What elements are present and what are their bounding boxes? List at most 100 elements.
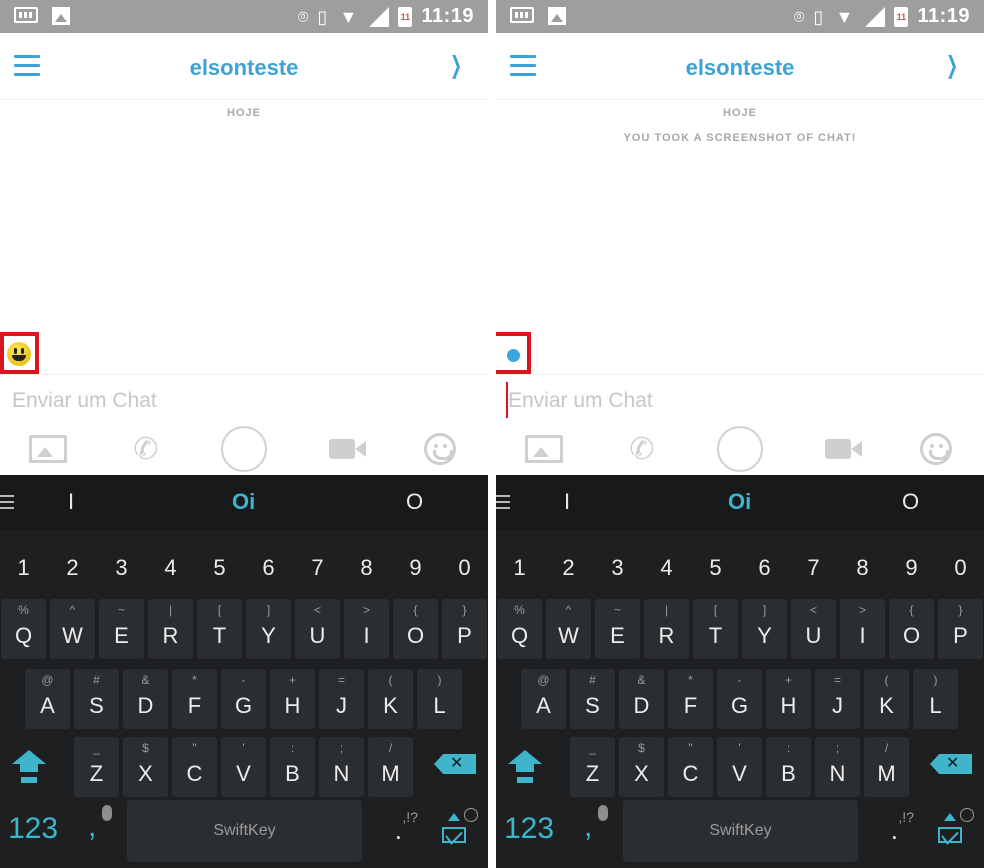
key-k[interactable]: (K <box>864 669 909 729</box>
key-s[interactable]: # S <box>74 669 119 729</box>
microphone-icon[interactable] <box>102 805 112 821</box>
key-k[interactable]: (K <box>368 669 413 729</box>
key-1[interactable]: 1 <box>1 535 46 595</box>
key-0[interactable]: 0 <box>938 535 983 595</box>
key-2[interactable]: 2 <box>50 535 95 595</box>
keyboard-menu-icon[interactable] <box>0 495 14 509</box>
key-u[interactable]: < U <box>791 599 836 659</box>
capture-button[interactable] <box>716 424 764 474</box>
key-3[interactable]: 3 <box>99 535 144 595</box>
key-q[interactable]: % Q <box>1 599 46 659</box>
emoji-icon[interactable] <box>422 424 458 474</box>
key-m[interactable]: / M <box>864 737 909 797</box>
suggestion-1[interactable]: I <box>68 489 74 515</box>
shift-key[interactable] <box>10 750 50 784</box>
key-6[interactable]: 6 <box>246 535 291 595</box>
video-icon[interactable] <box>818 424 862 474</box>
key-g[interactable]: -G <box>221 669 266 729</box>
backspace-key[interactable]: ✕ <box>930 754 972 774</box>
key-i[interactable]: > I <box>840 599 885 659</box>
key-x[interactable]: $ X <box>619 737 664 797</box>
key-w[interactable]: ^ W <box>546 599 591 659</box>
suggestion-2[interactable]: Oi <box>232 489 255 515</box>
key-j[interactable]: = J <box>815 669 860 729</box>
space-bar[interactable]: SwiftKey <box>623 800 858 862</box>
key-2[interactable]: 2 <box>546 535 591 595</box>
suggestion-1[interactable]: I <box>564 489 570 515</box>
key-y[interactable]: ] Y <box>742 599 787 659</box>
key-x[interactable]: $ X <box>123 737 168 797</box>
key-9[interactable]: 9 <box>393 535 438 595</box>
key-9[interactable]: 9 <box>889 535 934 595</box>
key-u[interactable]: < U <box>295 599 340 659</box>
key-6[interactable]: 6 <box>742 535 787 595</box>
send-key[interactable] <box>442 827 466 843</box>
key-d[interactable]: & D <box>123 669 168 729</box>
emoji-icon[interactable] <box>918 424 954 474</box>
keyboard-menu-icon[interactable] <box>496 495 510 509</box>
key-5[interactable]: 5 <box>197 535 242 595</box>
microphone-icon[interactable] <box>598 805 608 821</box>
key-y[interactable]: ] Y <box>246 599 291 659</box>
key-i[interactable]: > I <box>344 599 389 659</box>
key-b[interactable]: :B <box>270 737 315 797</box>
key-l[interactable]: ) L <box>417 669 462 729</box>
key-s[interactable]: # S <box>570 669 615 729</box>
key-h[interactable]: + H <box>270 669 315 729</box>
key-o[interactable]: {O <box>889 599 934 659</box>
chat-input[interactable] <box>508 386 968 416</box>
send-key[interactable] <box>938 827 962 843</box>
period-key[interactable]: . <box>891 815 898 846</box>
phone-icon[interactable]: ✆ <box>126 424 166 474</box>
key-4[interactable]: 4 <box>148 535 193 595</box>
photo-icon[interactable] <box>28 424 68 474</box>
numbers-switch-key[interactable]: 123 <box>8 812 58 846</box>
key-c[interactable]: " C <box>172 737 217 797</box>
comma-key[interactable]: , <box>584 810 592 844</box>
chat-input[interactable] <box>12 386 472 416</box>
key-0[interactable]: 0 <box>442 535 487 595</box>
key-t[interactable]: [T <box>197 599 242 659</box>
key-g[interactable]: -G <box>717 669 762 729</box>
numbers-switch-key[interactable]: 123 <box>504 812 554 846</box>
key-8[interactable]: 8 <box>344 535 389 595</box>
key-7[interactable]: 7 <box>791 535 836 595</box>
key-v[interactable]: ' V <box>717 737 762 797</box>
phone-icon[interactable]: ✆ <box>622 424 662 474</box>
key-h[interactable]: + H <box>766 669 811 729</box>
suggestion-3[interactable]: O <box>406 489 423 515</box>
key-p[interactable]: } P <box>442 599 487 659</box>
key-r[interactable]: | R <box>644 599 689 659</box>
key-b[interactable]: :B <box>766 737 811 797</box>
key-q[interactable]: % Q <box>497 599 542 659</box>
key-e[interactable]: ~ E <box>595 599 640 659</box>
key-o[interactable]: {O <box>393 599 438 659</box>
key-4[interactable]: 4 <box>644 535 689 595</box>
key-l[interactable]: ) L <box>913 669 958 729</box>
shift-key[interactable] <box>506 750 546 784</box>
key-m[interactable]: / M <box>368 737 413 797</box>
space-bar[interactable]: SwiftKey <box>127 800 362 862</box>
backspace-key[interactable]: ✕ <box>434 754 476 774</box>
key-e[interactable]: ~ E <box>99 599 144 659</box>
key-7[interactable]: 7 <box>295 535 340 595</box>
period-key[interactable]: . <box>395 815 402 846</box>
key-v[interactable]: ' V <box>221 737 266 797</box>
key-z[interactable]: _ Z <box>570 737 615 797</box>
key-a[interactable]: @ A <box>25 669 70 729</box>
key-a[interactable]: @ A <box>521 669 566 729</box>
suggestion-3[interactable]: O <box>902 489 919 515</box>
key-r[interactable]: | R <box>148 599 193 659</box>
key-n[interactable]: ; N <box>319 737 364 797</box>
chevron-right-icon[interactable]: ❯ <box>946 51 958 80</box>
key-5[interactable]: 5 <box>693 535 738 595</box>
photo-icon[interactable] <box>524 424 564 474</box>
key-n[interactable]: ; N <box>815 737 860 797</box>
video-icon[interactable] <box>322 424 366 474</box>
key-w[interactable]: ^ W <box>50 599 95 659</box>
key-3[interactable]: 3 <box>595 535 640 595</box>
chevron-right-icon[interactable]: ❯ <box>450 51 462 80</box>
key-d[interactable]: & D <box>619 669 664 729</box>
key-t[interactable]: [T <box>693 599 738 659</box>
key-f[interactable]: * F <box>668 669 713 729</box>
